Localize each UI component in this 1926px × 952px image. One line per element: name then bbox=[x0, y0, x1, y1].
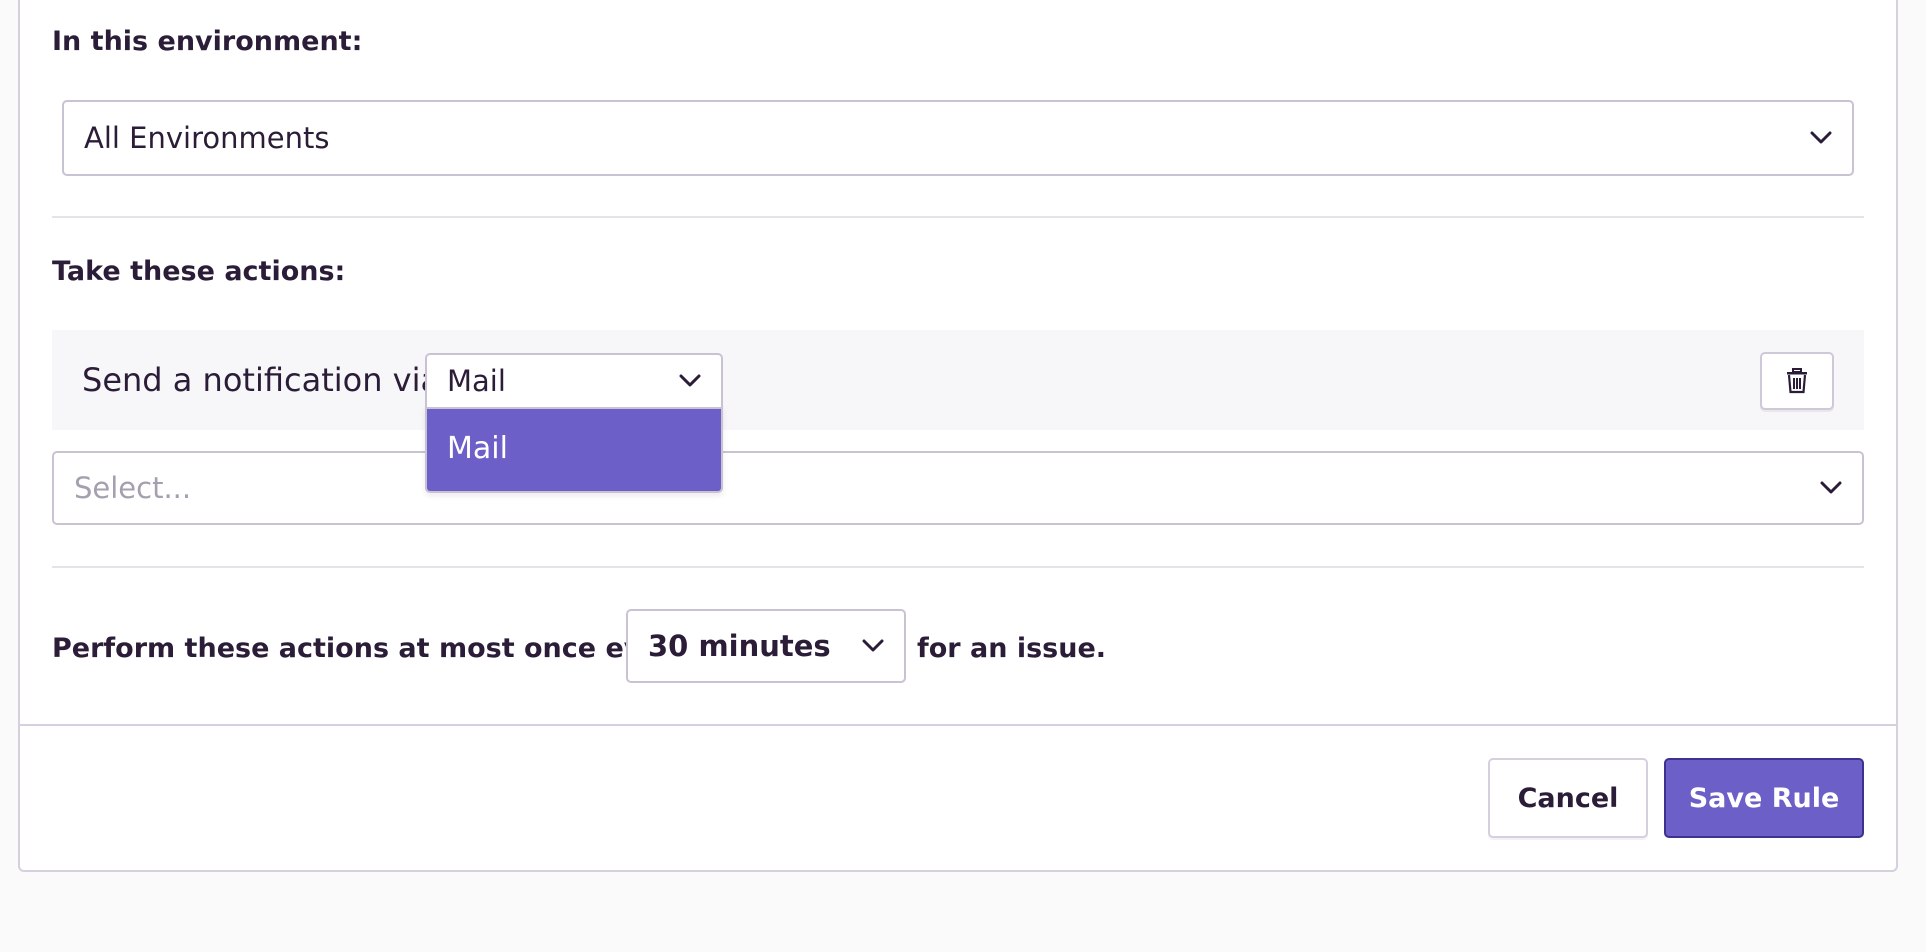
section-divider bbox=[52, 566, 1864, 568]
chevron-down-icon bbox=[862, 639, 884, 652]
environment-select[interactable]: All Environments bbox=[62, 100, 1854, 176]
cancel-button[interactable]: Cancel bbox=[1488, 758, 1648, 838]
environment-select-value: All Environments bbox=[84, 121, 330, 155]
secondary-action-placeholder: Select... bbox=[74, 471, 192, 505]
menu-option-mail[interactable]: Mail bbox=[427, 405, 721, 491]
frequency-select-value: 30 minutes bbox=[648, 629, 831, 663]
actions-heading: Take these actions: bbox=[52, 256, 346, 287]
frequency-prefix: Perform these actions at most once every bbox=[52, 632, 691, 664]
chevron-down-icon bbox=[1820, 481, 1842, 494]
frequency-select[interactable]: 30 minutes bbox=[626, 609, 906, 683]
section-divider bbox=[52, 216, 1864, 218]
save-rule-button[interactable]: Save Rule bbox=[1664, 758, 1864, 838]
notification-service-select[interactable]: Mail bbox=[425, 353, 723, 409]
notification-service-menu: Mail bbox=[425, 405, 723, 493]
chevron-down-icon bbox=[1810, 131, 1832, 144]
chevron-down-icon bbox=[679, 374, 701, 387]
secondary-action-select[interactable]: Select... bbox=[52, 451, 1864, 525]
footer-divider bbox=[18, 724, 1898, 726]
delete-action-button[interactable] bbox=[1760, 352, 1834, 410]
environment-heading: In this environment: bbox=[52, 26, 363, 57]
trash-icon bbox=[1787, 368, 1807, 394]
frequency-suffix: for an issue. bbox=[917, 632, 1107, 664]
action-row: Send a notification via bbox=[52, 330, 1864, 430]
notify-label: Send a notification via bbox=[82, 361, 441, 399]
notification-service-value: Mail bbox=[447, 364, 506, 398]
